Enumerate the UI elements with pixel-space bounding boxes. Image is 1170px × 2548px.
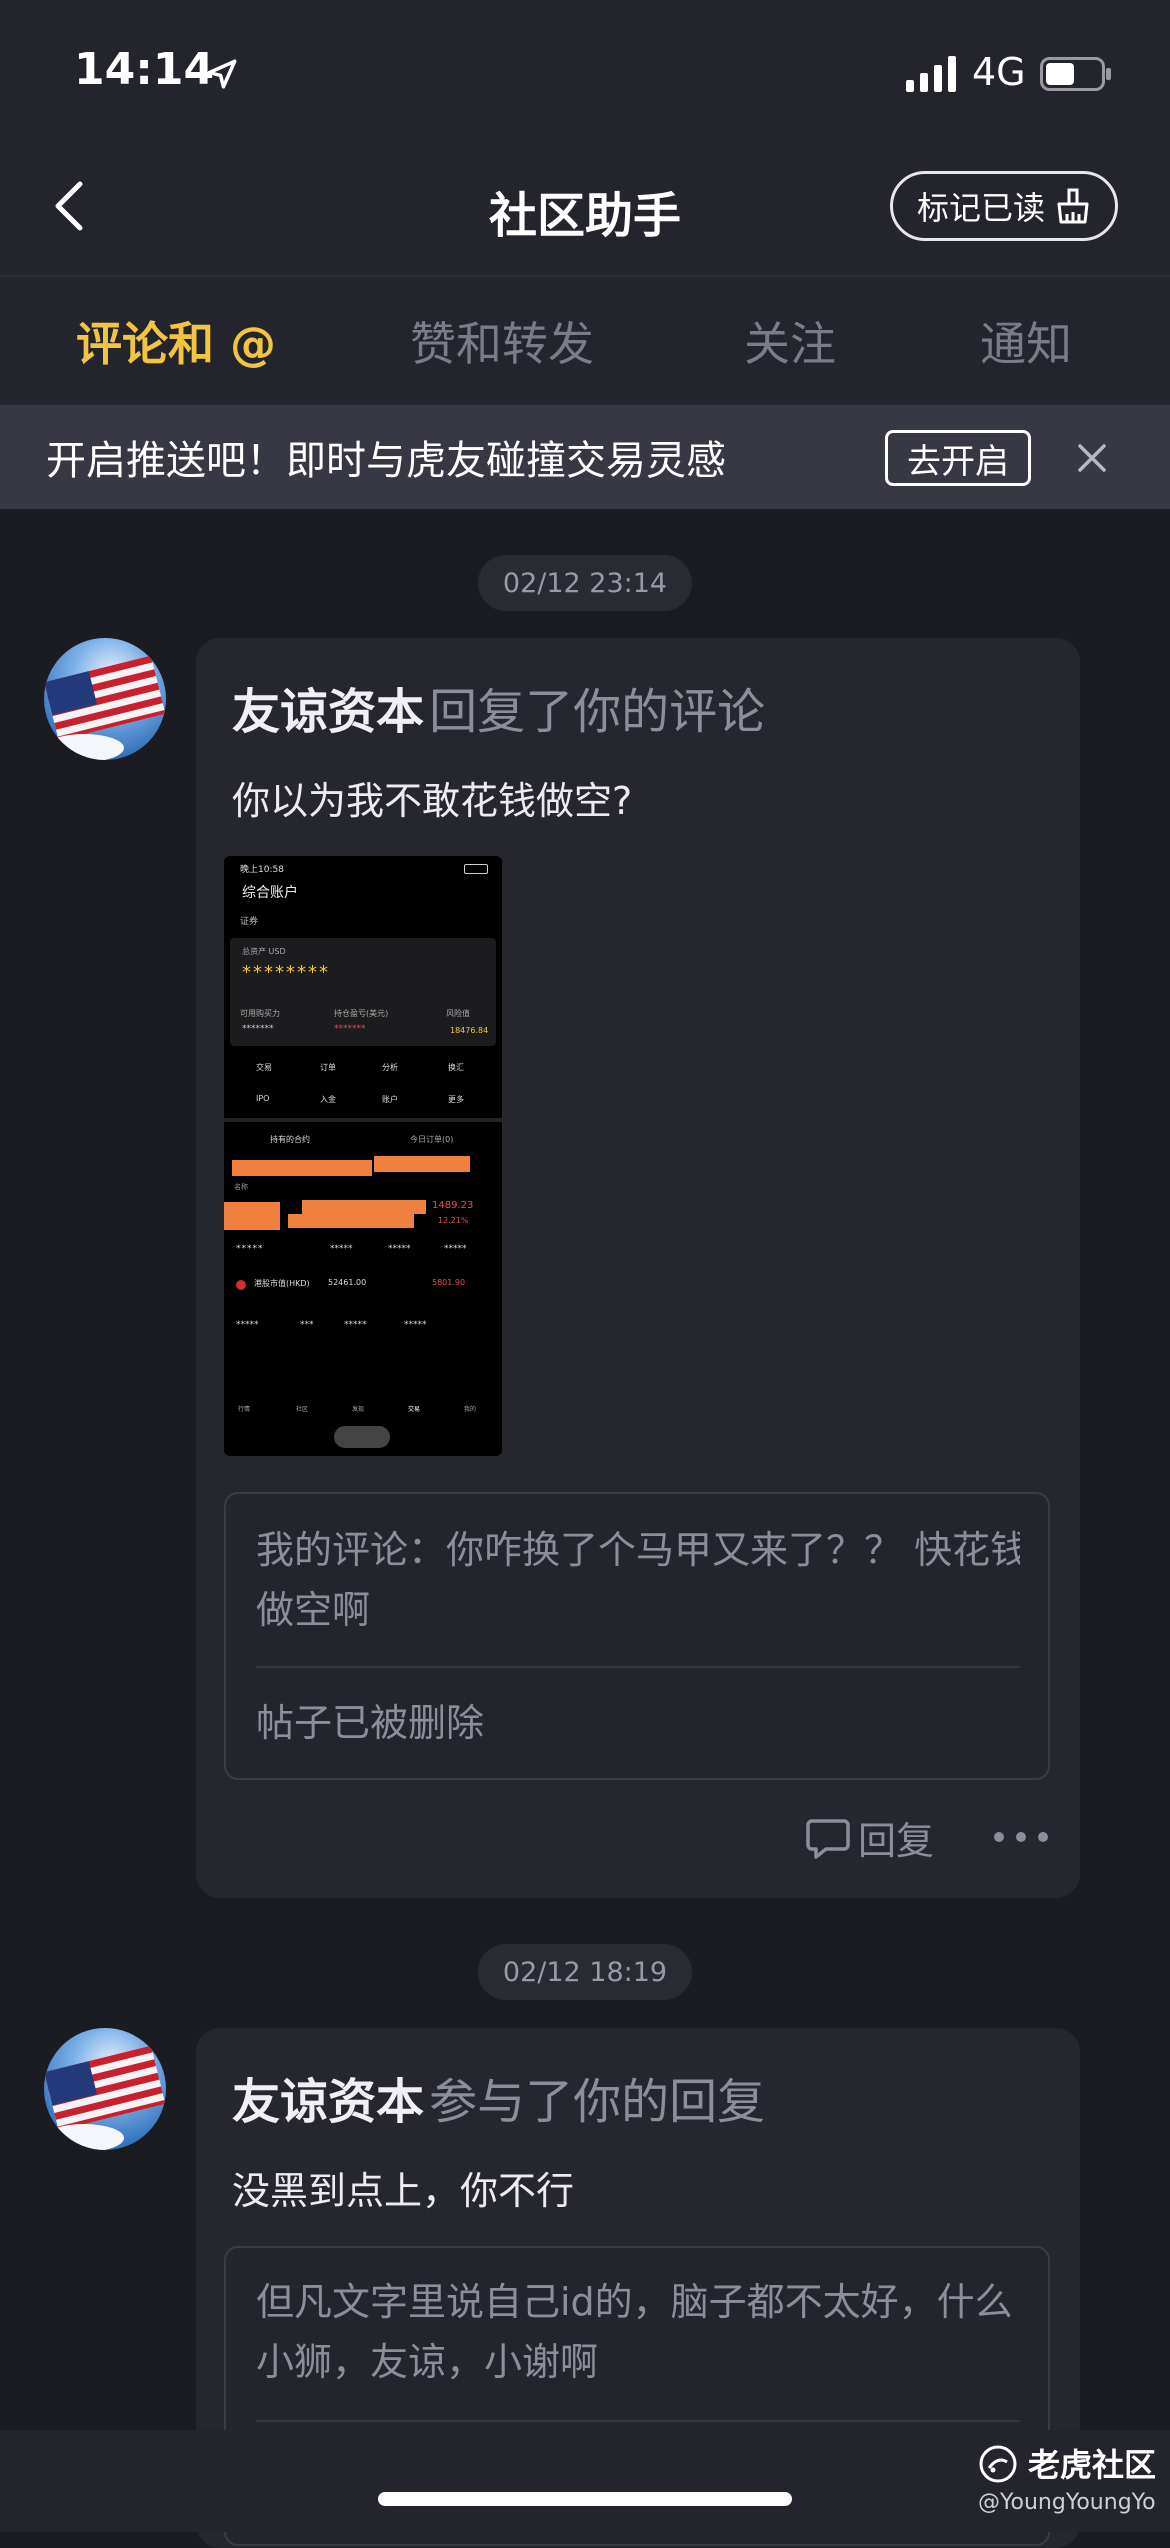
reply-text: 没黑到点上，你不行 xyxy=(232,2169,575,2213)
shot-pl-pct: 12.21% xyxy=(438,1216,469,1225)
shot-menu-item: 入金 xyxy=(320,1095,336,1104)
shot-redaction xyxy=(224,1202,280,1230)
shot-row-label: 可用购买力 xyxy=(240,1009,280,1018)
shot-status-time: 晚上10:58 xyxy=(240,865,284,875)
avatar[interactable] xyxy=(44,638,166,760)
shot-redaction xyxy=(374,1156,470,1172)
tab-notices[interactable]: 通知 xyxy=(980,308,1072,374)
shot-masked-value: ***** xyxy=(404,1320,427,1330)
home-indicator[interactable] xyxy=(378,2492,792,2506)
watermark-user: @YoungYoungYo xyxy=(978,2490,1156,2515)
shot-pl-value: 1489.23 xyxy=(432,1200,474,1211)
avatar[interactable] xyxy=(44,2028,166,2150)
shot-position-tab: 持有的合约 xyxy=(270,1135,310,1144)
shot-masked-value: ******* xyxy=(242,1024,274,1034)
shot-masked-value: ******* xyxy=(334,1024,366,1034)
shot-redaction xyxy=(302,1200,426,1214)
shot-redaction xyxy=(288,1214,414,1228)
enable-push-button[interactable]: 去开启 xyxy=(885,430,1031,486)
shot-masked-value: ***** xyxy=(236,1320,259,1330)
shot-bottom-nav: 行情 xyxy=(238,1406,251,1413)
shot-menu-item: IPO xyxy=(256,1094,270,1103)
shot-col-label: 名称 xyxy=(234,1183,248,1191)
close-icon[interactable] xyxy=(1072,438,1112,478)
shot-risk-value: 18476.84 xyxy=(450,1026,489,1035)
timestamp-badge: 02/12 18:19 xyxy=(478,1944,692,2000)
shot-divider xyxy=(224,1118,502,1122)
shot-masked-total: ******** xyxy=(242,962,330,983)
author-name[interactable]: 友谅资本 xyxy=(232,684,424,740)
shot-hk-pl: 5801.90 xyxy=(432,1278,466,1287)
mark-read-label: 标记已读 xyxy=(916,189,1045,227)
signal-bars-icon xyxy=(906,56,956,92)
quoted-comment-text: 但凡文字里说自己id的，脑子都不太好，什么 xyxy=(256,2280,1013,2324)
more-icon[interactable] xyxy=(994,1832,1048,1842)
shot-masked-value: ***** xyxy=(236,1244,264,1254)
shot-menu-item: 分析 xyxy=(382,1063,398,1072)
shot-account-title: 综合账户 xyxy=(242,885,298,901)
shot-hk-label: 港股市值(HKD) xyxy=(254,1279,310,1288)
quoted-comment-text: 做空啊 xyxy=(256,1588,371,1632)
us-flag-avatar-icon xyxy=(44,2028,166,2150)
comment-bubble-icon xyxy=(806,1818,850,1859)
shot-masked-value: ***** xyxy=(344,1320,367,1330)
shot-masked-value: ***** xyxy=(444,1244,467,1254)
shot-currency: 总资产 USD xyxy=(242,947,286,956)
shot-bottom-nav: 交易 xyxy=(408,1406,421,1413)
quote-divider xyxy=(256,1666,1020,1668)
broom-icon xyxy=(1057,188,1089,224)
tab-comments-mentions[interactable]: 评论和 @ xyxy=(76,308,276,374)
status-time: 14:14 xyxy=(74,44,215,95)
quote-divider xyxy=(256,2420,1020,2422)
quoted-comment-text: 我的评论：你咋换了个马甲又来了？？ 快花钱 xyxy=(256,1528,1020,1572)
notification-action: 参与了你的回复 xyxy=(429,2074,766,2130)
shot-masked-value: ***** xyxy=(330,1244,353,1254)
shot-row-label: 风险值 xyxy=(446,1009,470,1018)
us-flag-avatar-icon xyxy=(44,638,166,760)
shot-position-tab: 今日订单(0) xyxy=(410,1135,454,1144)
battery-icon xyxy=(1040,57,1111,91)
quoted-comment-text: 小狮，友谅，小谢啊 xyxy=(256,2340,599,2384)
shot-bottom-nav: 发现 xyxy=(352,1406,365,1413)
location-arrow-icon xyxy=(207,59,237,89)
post-status: 帖子已被删除 xyxy=(256,1701,485,1745)
shot-menu-item: 交易 xyxy=(256,1063,272,1072)
shot-tab-securities: 证券 xyxy=(240,917,259,927)
reply-button[interactable]: 回复 xyxy=(806,1810,934,1865)
tiger-logo-icon xyxy=(979,2445,1017,2483)
shot-battery-icon xyxy=(464,864,488,874)
shot-menu-item: 更多 xyxy=(448,1095,464,1104)
notification-header: 友谅资本 参与了你的回复 xyxy=(232,2062,765,2132)
mark-read-button[interactable]: 标记已读 xyxy=(890,171,1118,241)
push-banner-text: 开启推送吧！即时与虎友碰撞交易灵感 xyxy=(46,438,726,484)
reply-text: 你以为我不敢花钱做空? xyxy=(232,779,633,823)
shot-menu-item: 订单 xyxy=(320,1063,336,1072)
shot-row-label: 持仓盈亏(美元) xyxy=(334,1009,389,1018)
shot-menu-item: 账户 xyxy=(382,1095,398,1104)
notification-action: 回复了你的评论 xyxy=(429,684,766,740)
notification-header: 友谅资本 回复了你的评论 xyxy=(232,672,765,742)
network-type: 4G xyxy=(972,50,1026,94)
shot-masked-value: *** xyxy=(300,1320,314,1330)
attached-screenshot[interactable]: 晚上10:58 综合账户 证券 总资产 USD ******** 可用购买力 持… xyxy=(224,856,502,1456)
shot-menu-item: 换汇 xyxy=(448,1063,464,1072)
shot-hk-value: 52461.00 xyxy=(328,1278,367,1287)
watermark-name: 老虎社区 xyxy=(1028,2446,1157,2484)
author-name[interactable]: 友谅资本 xyxy=(232,2074,424,2130)
shot-bottom-nav: 我的 xyxy=(464,1406,477,1413)
tab-follows[interactable]: 关注 xyxy=(744,308,836,374)
shot-bottom-nav: 社区 xyxy=(296,1406,309,1413)
shot-redaction xyxy=(232,1160,372,1176)
timestamp-badge: 02/12 23:14 xyxy=(478,555,692,611)
shot-masked-value: ***** xyxy=(388,1244,411,1254)
tab-likes-reposts[interactable]: 赞和转发 xyxy=(410,308,594,374)
shot-home-button xyxy=(334,1426,390,1448)
reply-label: 回复 xyxy=(858,1819,935,1863)
shot-hk-icon xyxy=(236,1280,246,1290)
